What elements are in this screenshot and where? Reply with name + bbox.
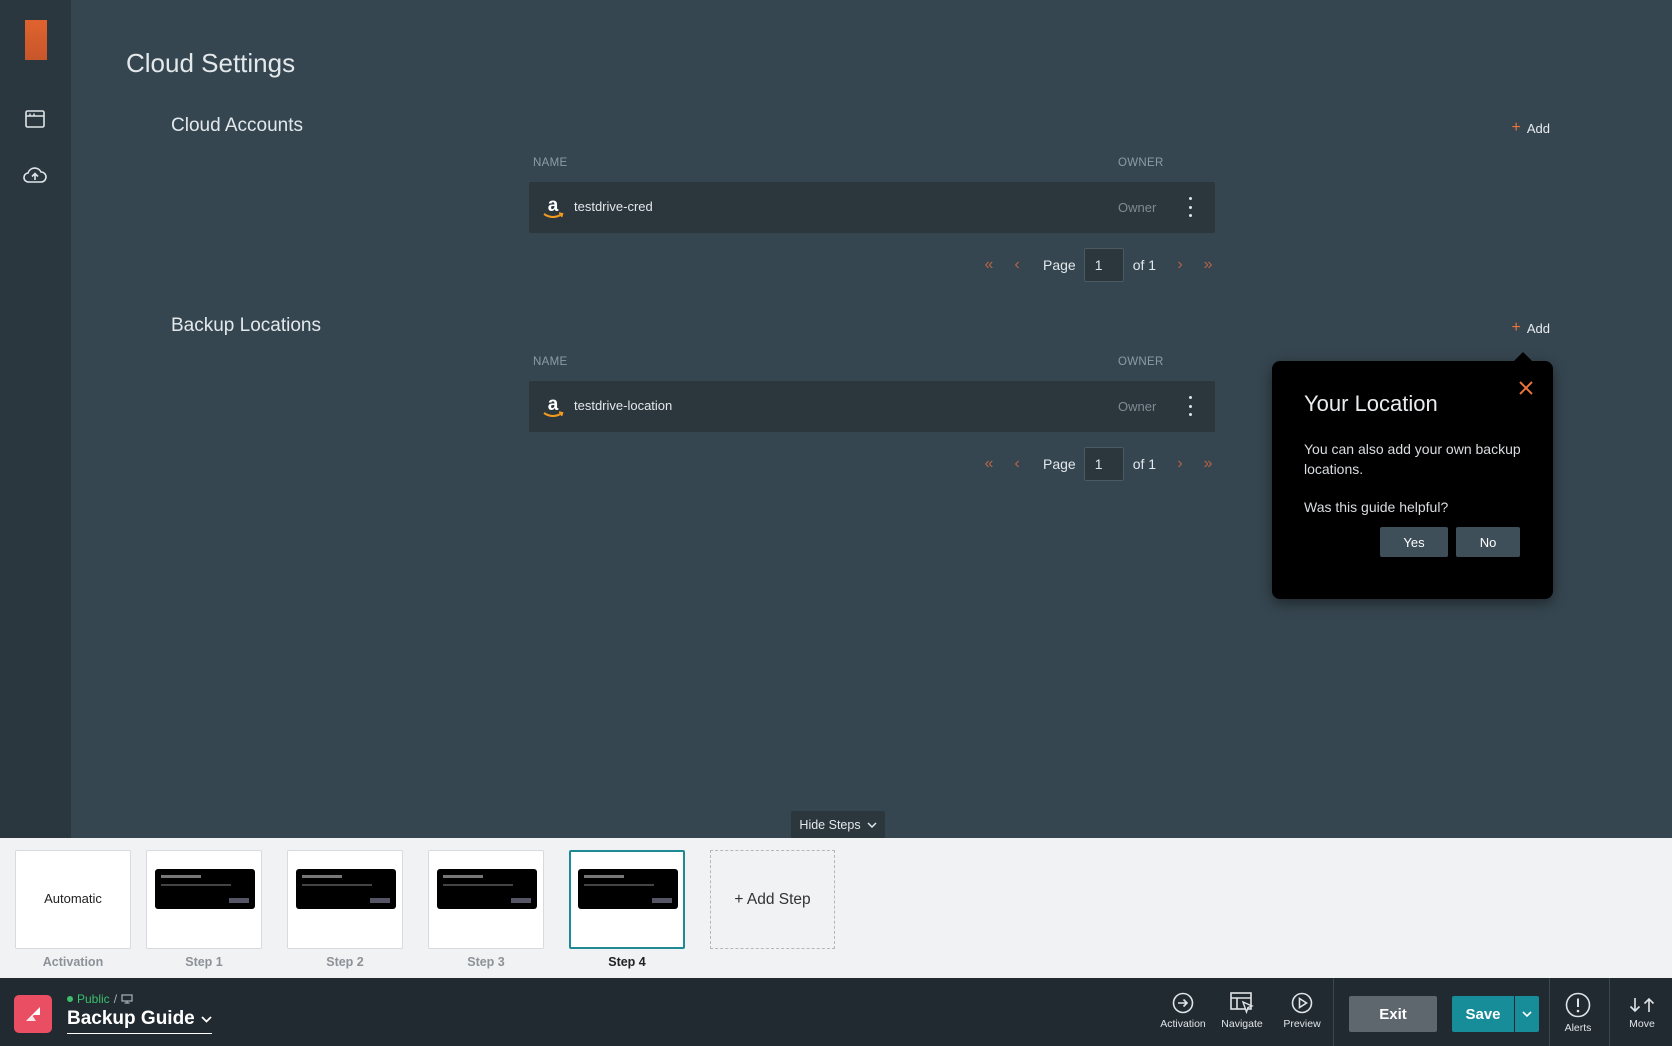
next-page-icon[interactable]: › [1166, 455, 1194, 473]
hide-steps-button[interactable]: Hide Steps [791, 811, 885, 839]
play-circle-icon [1291, 992, 1313, 1014]
last-page-icon[interactable]: » [1194, 455, 1222, 473]
column-header-owner: OWNER [1118, 157, 1164, 169]
add-label: Add [1526, 120, 1550, 136]
row-name: testdrive-cred [574, 199, 653, 214]
add-backup-location-button[interactable]: + Add [1512, 320, 1550, 336]
status-text: Public [77, 992, 110, 1006]
cloud-upload-icon[interactable] [22, 162, 48, 188]
activation-mode: Automatic [44, 891, 102, 906]
guide-tooltip: Your Location You can also add your own … [1272, 352, 1553, 599]
table-row[interactable]: a testdrive-cred Owner [529, 182, 1215, 233]
guide-status: Public / [67, 992, 133, 1006]
page-label: Page [1043, 456, 1076, 472]
tooltip-question: Was this guide helpful? [1304, 499, 1449, 515]
backup-locations-title: Backup Locations [171, 315, 321, 336]
step-4[interactable] [569, 850, 685, 949]
column-header-name: NAME [533, 356, 568, 368]
navigate-tool[interactable]: Navigate [1214, 992, 1270, 1030]
prev-page-icon[interactable]: ‹ [1003, 455, 1031, 473]
save-options-button[interactable] [1515, 996, 1539, 1032]
first-page-icon[interactable]: « [975, 455, 1003, 473]
row-owner: Owner [1118, 200, 1157, 215]
row-name: testdrive-location [574, 398, 673, 413]
step-label: Step 3 [467, 955, 505, 969]
add-step-button[interactable]: + Add Step [710, 850, 835, 949]
tooltip-body: You can also add your own backup locatio… [1304, 441, 1521, 477]
no-button[interactable]: No [1456, 527, 1520, 557]
page-title: Cloud Settings [126, 48, 296, 78]
chevron-down-icon [201, 1015, 212, 1023]
step-thumbnail [578, 869, 678, 909]
page-label: Page [1043, 257, 1076, 273]
column-header-owner: OWNER [1118, 356, 1164, 368]
guide-name-dropdown[interactable]: Backup Guide [67, 1008, 212, 1034]
add-label: Add [1526, 320, 1550, 336]
step-thumbnail [155, 869, 255, 909]
cloud-accounts-title: Cloud Accounts [171, 115, 304, 136]
steps-panel: Automatic Activation Step 1 Step 2 Step … [0, 838, 1672, 978]
last-page-icon[interactable]: » [1194, 256, 1222, 274]
page-total: of 1 [1132, 456, 1157, 472]
move-icon [1629, 997, 1655, 1013]
prev-page-icon[interactable]: ‹ [1003, 256, 1031, 274]
tooltip-arrow [1513, 352, 1533, 362]
step-1[interactable] [146, 850, 262, 949]
step-activation[interactable]: Automatic [15, 850, 131, 949]
page-total: of 1 [1132, 257, 1157, 273]
step-label: Step 1 [185, 955, 223, 969]
save-button[interactable]: Save [1452, 996, 1514, 1032]
exit-button[interactable]: Exit [1349, 996, 1437, 1032]
column-header-name: NAME [533, 157, 568, 169]
chevron-down-icon [867, 822, 877, 828]
yes-button[interactable]: Yes [1380, 527, 1448, 557]
sidebar [0, 0, 71, 838]
plus-icon: + [1511, 119, 1521, 136]
more-options-icon[interactable] [1184, 396, 1196, 416]
more-options-icon[interactable] [1184, 197, 1196, 217]
guide-name: Backup Guide [67, 1008, 195, 1029]
navigate-icon [1230, 992, 1254, 1014]
cloud-accounts-pager: « ‹ Page of 1 › » [975, 248, 1222, 282]
dashboard-icon[interactable] [22, 106, 48, 132]
step-label: Step 4 [608, 955, 646, 969]
svg-text:a: a [548, 394, 559, 415]
bottom-toolbar: Public / Backup Guide Activation Navigat… [0, 978, 1672, 1046]
close-icon[interactable] [1517, 379, 1535, 397]
amazon-icon: a [543, 394, 564, 417]
app-logo[interactable] [25, 20, 47, 60]
alert-icon [1565, 992, 1591, 1018]
activation-tool[interactable]: Activation [1155, 992, 1211, 1030]
step-thumbnail [296, 869, 396, 909]
add-cloud-account-button[interactable]: + Add [1512, 120, 1550, 136]
svg-text:a: a [548, 195, 559, 216]
step-2[interactable] [287, 850, 403, 949]
alerts-button[interactable]: Alerts [1550, 992, 1606, 1034]
page-input[interactable] [1083, 248, 1124, 282]
amazon-icon: a [543, 195, 564, 218]
status-dot [67, 996, 73, 1002]
chevron-down-icon [1522, 1011, 1532, 1017]
step-3[interactable] [428, 850, 544, 949]
step-label: Activation [42, 955, 104, 969]
arrow-right-circle-icon [1172, 992, 1194, 1014]
next-page-icon[interactable]: › [1166, 256, 1194, 274]
preview-tool[interactable]: Preview [1274, 992, 1330, 1030]
step-label: Step 2 [326, 955, 364, 969]
table-row[interactable]: a testdrive-location Owner [529, 381, 1215, 432]
step-thumbnail [437, 869, 537, 909]
first-page-icon[interactable]: « [975, 256, 1003, 274]
brand-logo-icon[interactable] [14, 995, 52, 1033]
move-button[interactable]: Move [1614, 996, 1670, 1030]
page-input[interactable] [1083, 447, 1124, 481]
hide-steps-label: Hide Steps [799, 818, 861, 832]
tooltip-title: Your Location [1304, 391, 1438, 416]
row-owner: Owner [1118, 399, 1157, 414]
backup-locations-pager: « ‹ Page of 1 › » [975, 447, 1222, 481]
plus-icon: + [1511, 319, 1521, 336]
desktop-icon [121, 994, 133, 1004]
